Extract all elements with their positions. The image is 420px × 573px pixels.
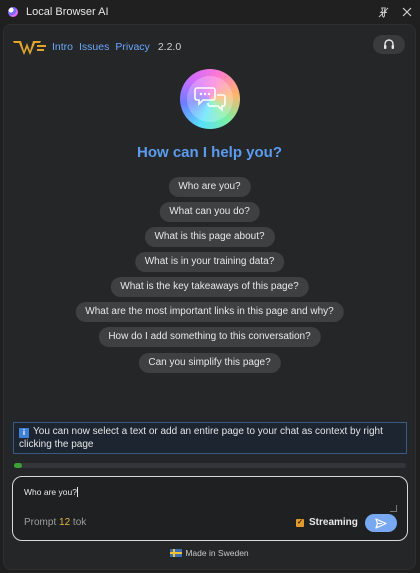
chat-input-box[interactable]: Who are you? Prompt 12 tok ✓ Streaming	[12, 476, 408, 541]
help-heading: How can I help you?	[136, 144, 282, 161]
footer-text: Made in Sweden	[185, 548, 249, 558]
context-info-banner: i You can now select a text or add an ent…	[13, 422, 407, 454]
window-actions	[376, 0, 414, 24]
title-bar: Local Browser AI	[0, 0, 420, 24]
pin-icon[interactable]	[376, 5, 390, 19]
suggestion-chip[interactable]: Who are you?	[168, 177, 251, 197]
close-icon[interactable]	[400, 5, 414, 19]
send-button[interactable]	[365, 514, 397, 532]
footer: Made in Sweden	[4, 548, 415, 558]
headset-icon	[384, 39, 394, 49]
streaming-checkbox[interactable]: ✓	[296, 518, 304, 527]
streaming-toggle[interactable]: ✓ Streaming	[296, 517, 358, 528]
info-icon: i	[19, 428, 29, 438]
assistant-avatar	[180, 69, 240, 129]
nav-privacy-link[interactable]: Privacy	[115, 41, 149, 53]
info-text: You can now select a text or add an enti…	[19, 426, 383, 450]
streaming-label: Streaming	[309, 517, 358, 528]
token-count: 12	[59, 517, 71, 528]
send-icon	[375, 517, 387, 529]
token-label: Prompt	[24, 517, 57, 528]
window-title: Local Browser AI	[26, 6, 109, 18]
suggestion-chip[interactable]: What is this page about?	[144, 227, 275, 247]
chat-input[interactable]: Who are you?	[24, 487, 78, 497]
suggestion-chip[interactable]: What can you do?	[159, 202, 260, 222]
sweden-flag-icon	[170, 549, 183, 557]
version-label: 2.2.0	[157, 41, 182, 53]
model-load-progress	[14, 463, 406, 468]
header-nav: Intro Issues Privacy 2.2.0	[52, 41, 181, 53]
main-panel: Intro Issues Privacy 2.2.0 How can I hel…	[3, 24, 416, 570]
suggestion-chip[interactable]: What is the key takeaways of this page?	[110, 277, 309, 297]
header: Intro Issues Privacy 2.2.0	[4, 25, 415, 65]
token-unit: tok	[72, 517, 87, 528]
chat-bubbles-icon	[194, 87, 226, 112]
progress-fill	[14, 463, 22, 468]
resize-handle-icon[interactable]	[390, 505, 397, 512]
suggestion-chip[interactable]: How do I add something to this conversat…	[98, 327, 321, 347]
suggestion-chip[interactable]: What is in your training data?	[134, 252, 285, 272]
headset-button[interactable]	[373, 35, 405, 54]
app-logo-icon	[8, 7, 18, 17]
nav-intro-link[interactable]: Intro	[52, 41, 73, 53]
suggestion-chip[interactable]: Can you simplify this page?	[138, 353, 281, 373]
brand-logo-icon	[13, 41, 46, 55]
token-counter: Prompt 12 tok	[24, 517, 86, 528]
nav-issues-link[interactable]: Issues	[79, 41, 109, 53]
suggestion-chip[interactable]: What are the most important links in thi…	[75, 302, 344, 322]
